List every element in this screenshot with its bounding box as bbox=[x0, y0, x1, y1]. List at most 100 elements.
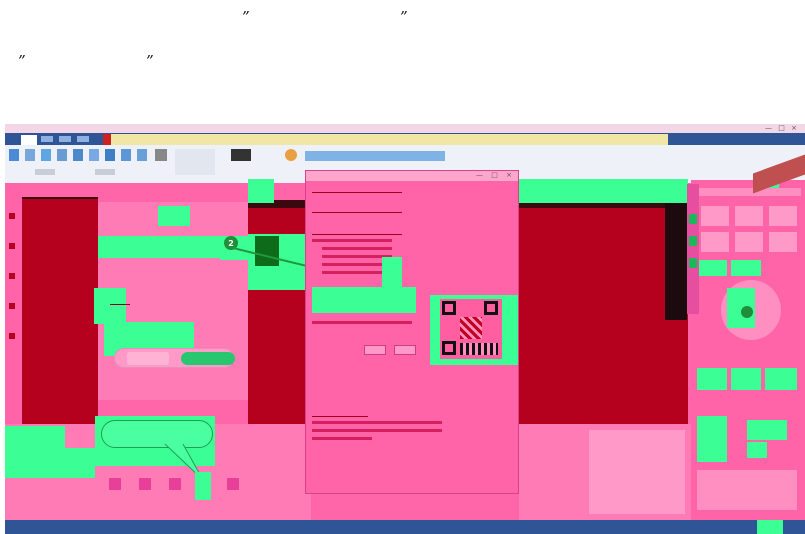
info-line bbox=[312, 437, 372, 440]
toolbar-icon[interactable] bbox=[155, 149, 167, 161]
right-tool-button[interactable] bbox=[769, 206, 797, 226]
bottom-tool-icon[interactable] bbox=[169, 478, 181, 490]
toolbar-icon[interactable] bbox=[89, 149, 99, 161]
qr-finder-icon bbox=[442, 301, 456, 315]
ribbon-group-label bbox=[95, 169, 115, 175]
right-panel-header bbox=[697, 188, 801, 196]
toolbar-icon[interactable] bbox=[121, 149, 131, 161]
ribbon-tab[interactable] bbox=[77, 136, 89, 142]
ribbon-tab[interactable] bbox=[41, 136, 53, 142]
qr-finder-icon bbox=[442, 341, 456, 355]
toolbar-icon[interactable] bbox=[137, 149, 147, 161]
dialog-controls: — □ × bbox=[476, 171, 512, 179]
side-tab[interactable] bbox=[689, 258, 697, 268]
qr-code-icon[interactable] bbox=[440, 299, 502, 359]
toolbar-icon[interactable] bbox=[9, 149, 19, 161]
settings-option-group[interactable] bbox=[94, 288, 126, 324]
info-line bbox=[312, 239, 392, 242]
settings-divider bbox=[110, 304, 130, 305]
bottom-tab-highlight[interactable] bbox=[5, 426, 65, 448]
status-bar bbox=[5, 520, 805, 534]
side-tab[interactable] bbox=[689, 214, 697, 224]
left-strip-icon[interactable] bbox=[9, 273, 15, 279]
right-tool-button[interactable] bbox=[701, 206, 729, 226]
toolbar-icon[interactable] bbox=[73, 149, 83, 161]
right-tool-highlight[interactable] bbox=[731, 368, 761, 390]
close-button[interactable]: × bbox=[791, 124, 797, 132]
dialog-button-check[interactable] bbox=[364, 345, 386, 355]
cancel-button[interactable] bbox=[127, 352, 169, 365]
ribbon-tab-active[interactable] bbox=[21, 135, 37, 145]
maximize-button[interactable]: □ bbox=[778, 124, 785, 132]
canvas-right-edge bbox=[665, 200, 687, 320]
right-side-tabs bbox=[687, 184, 699, 314]
side-tab[interactable] bbox=[689, 236, 697, 246]
ribbon-tab-strip bbox=[5, 133, 805, 145]
dialog-minimize-button[interactable]: — bbox=[476, 171, 483, 179]
bottom-right-panel bbox=[519, 424, 691, 520]
dialog-info-highlight bbox=[382, 257, 402, 287]
settings-row-highlight[interactable] bbox=[98, 236, 220, 258]
minimize-button[interactable]: — bbox=[765, 124, 772, 132]
right-panel-footer bbox=[697, 470, 797, 510]
quote-mark-close-1: ” bbox=[400, 8, 408, 26]
joystick-center-icon[interactable] bbox=[741, 306, 753, 318]
info-line bbox=[312, 429, 442, 432]
toolbar-options-group bbox=[175, 149, 215, 175]
right-tool-button[interactable] bbox=[701, 232, 729, 252]
right-tool-highlight[interactable] bbox=[697, 260, 727, 276]
settings-footer bbox=[114, 348, 235, 368]
bottom-tool-icon[interactable] bbox=[227, 478, 239, 490]
right-tool-highlight[interactable] bbox=[697, 416, 727, 462]
confirm-button[interactable] bbox=[181, 352, 235, 365]
toolbar-icon[interactable] bbox=[285, 149, 297, 161]
window-controls: — □ × bbox=[765, 124, 797, 132]
left-strip-icon[interactable] bbox=[9, 243, 15, 249]
qr-finder-icon bbox=[484, 301, 498, 315]
right-panel bbox=[691, 180, 805, 520]
right-tool-button[interactable] bbox=[769, 232, 797, 252]
bottom-info-highlight bbox=[5, 448, 95, 478]
tree-panel bbox=[22, 197, 98, 425]
toolbar-icon[interactable] bbox=[105, 149, 115, 161]
quote-mark-open-1: ” bbox=[242, 8, 250, 26]
right-tool-highlight[interactable] bbox=[747, 442, 767, 458]
canvas-header-highlight bbox=[518, 179, 688, 203]
right-tool-button[interactable] bbox=[735, 232, 763, 252]
dialog-section-header bbox=[312, 409, 368, 417]
dialog-section-header bbox=[312, 205, 402, 213]
bottom-tool-icon[interactable] bbox=[139, 478, 151, 490]
toolbar-icon[interactable] bbox=[231, 149, 251, 161]
right-tool-highlight[interactable] bbox=[747, 420, 787, 440]
qr-pattern-icon bbox=[460, 343, 498, 355]
ribbon-group-label bbox=[35, 169, 55, 175]
left-strip-icon[interactable] bbox=[9, 303, 15, 309]
qr-pattern-icon bbox=[460, 317, 482, 339]
ribbon-tab[interactable] bbox=[59, 136, 71, 142]
right-tool-button[interactable] bbox=[735, 206, 763, 226]
quote-mark-open-2: ” bbox=[18, 52, 26, 70]
toolbar-icon[interactable] bbox=[57, 149, 67, 161]
title-bar: — □ × bbox=[5, 124, 805, 133]
dialog-button-buy[interactable] bbox=[394, 345, 416, 355]
dialog-register-highlight bbox=[312, 287, 416, 313]
app-window: — □ × 2 — □ × bbox=[5, 124, 805, 534]
toolbar-icon[interactable] bbox=[25, 149, 35, 161]
screenshot-stage: ” ” ” ” — □ × 2 — □ × bbox=[0, 0, 805, 534]
tree-panel-border bbox=[22, 197, 98, 199]
dialog-section-header bbox=[312, 185, 402, 193]
right-tool-highlight[interactable] bbox=[765, 368, 797, 390]
canvas-header-highlight-left bbox=[248, 179, 274, 203]
dialog-title-bar: — □ × bbox=[306, 171, 518, 181]
bottom-tool-highlight[interactable] bbox=[195, 472, 211, 500]
toolbar-icon[interactable] bbox=[41, 149, 51, 161]
dialog-maximize-button[interactable]: □ bbox=[491, 171, 498, 179]
left-strip-icon[interactable] bbox=[9, 213, 15, 219]
left-strip-icon[interactable] bbox=[9, 333, 15, 339]
dialog-close-button[interactable]: × bbox=[506, 171, 512, 179]
bottom-tool-icon[interactable] bbox=[109, 478, 121, 490]
info-line bbox=[322, 247, 392, 250]
right-tool-highlight[interactable] bbox=[731, 260, 761, 276]
settings-tab-active[interactable] bbox=[158, 206, 190, 226]
right-tool-highlight[interactable] bbox=[697, 368, 727, 390]
